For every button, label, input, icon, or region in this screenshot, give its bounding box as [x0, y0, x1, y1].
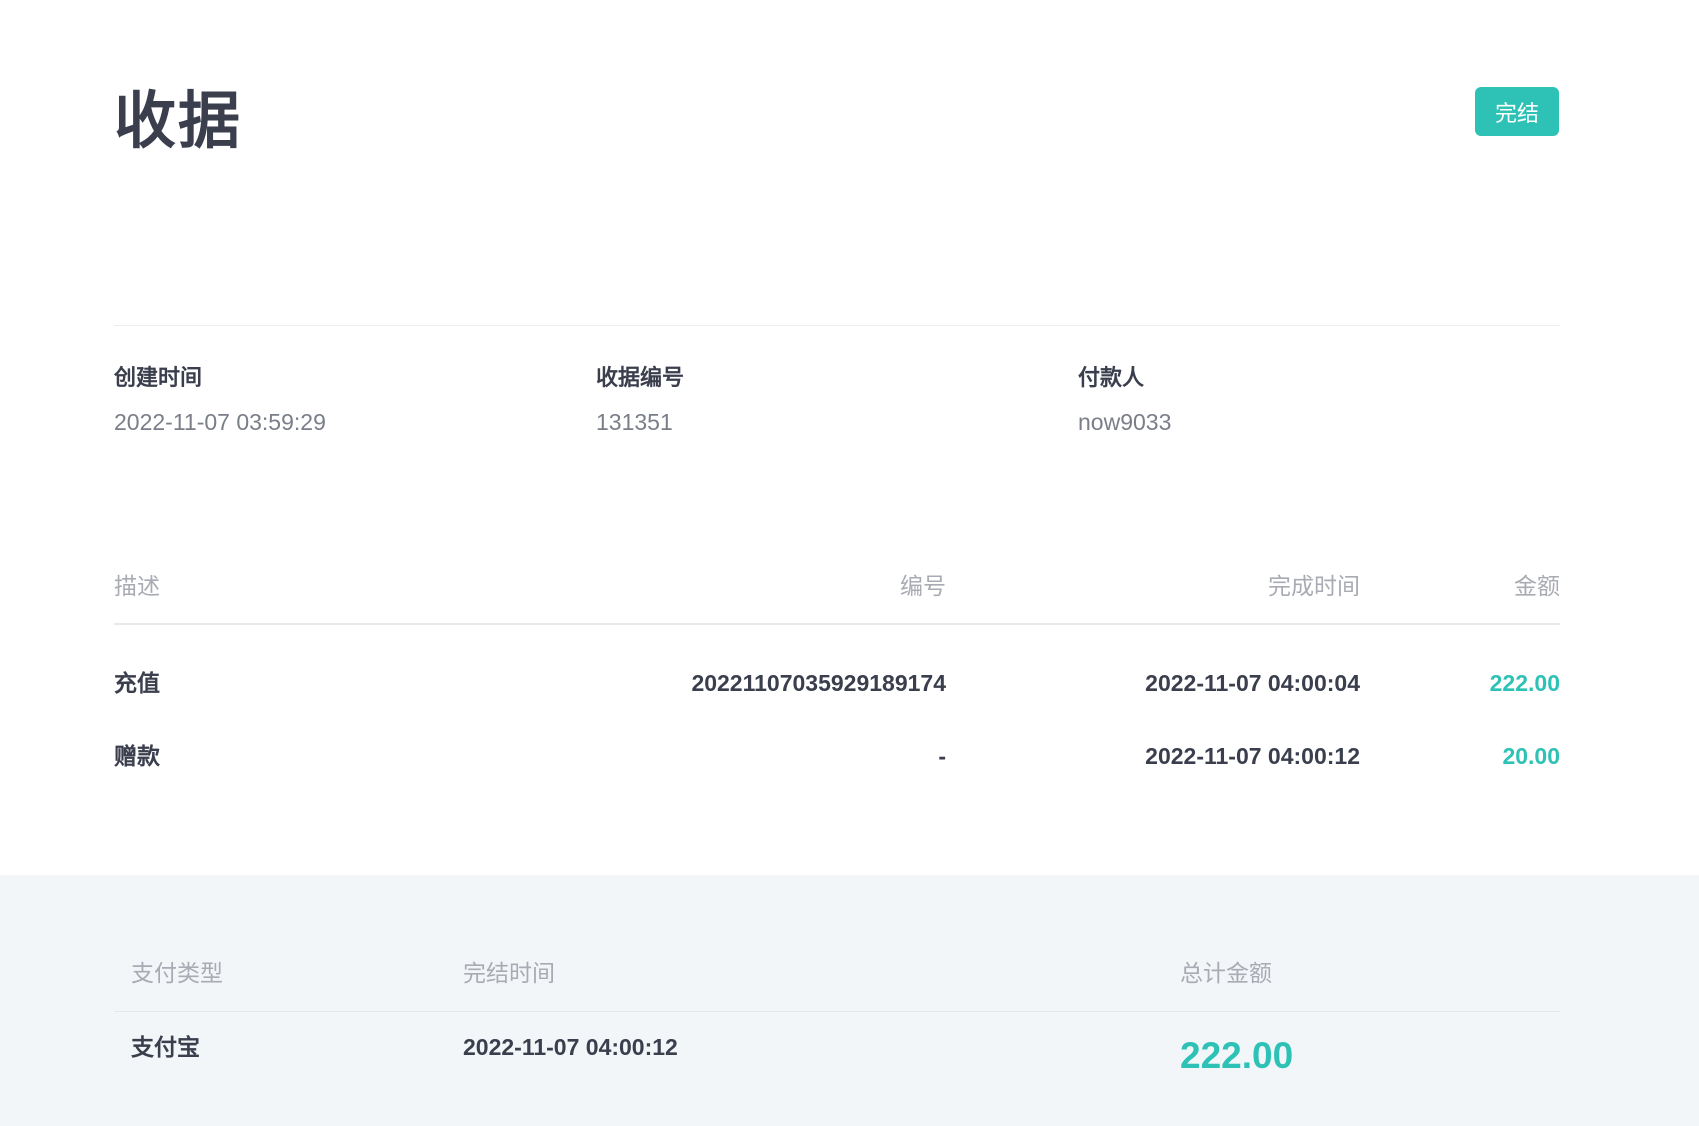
summary-header-payment-type: 支付类型 — [131, 960, 223, 986]
item-completed-time: 2022-11-07 04:00:12 — [1145, 743, 1360, 769]
divider — [114, 1011, 1560, 1012]
meta-label: 收据编号 — [596, 365, 685, 390]
status-badge: 完结 — [1475, 87, 1559, 136]
column-header-completed-time: 完成时间 — [1268, 573, 1360, 599]
summary-payment-type: 支付宝 — [131, 1034, 200, 1060]
column-header-description: 描述 — [114, 573, 160, 599]
receipt-page: 收据 完结 创建时间 2022-11-07 03:59:29 收据编号 1313… — [0, 0, 1699, 1126]
payment-summary — [0, 875, 1699, 1126]
table-row: 赠款 - 2022-11-07 04:00:12 20.00 — [114, 738, 1560, 774]
column-header-amount: 金额 — [1514, 573, 1560, 599]
item-description: 赠款 — [114, 743, 160, 769]
item-amount: 222.00 — [1489, 670, 1560, 696]
items-table-header: 描述 编号 完成时间 金额 — [114, 568, 1560, 604]
meta-label: 付款人 — [1078, 365, 1145, 390]
item-number: - — [938, 743, 946, 769]
meta-payer: 付款人 now9033 — [1078, 362, 1171, 438]
item-description: 充值 — [114, 670, 160, 696]
column-header-number: 编号 — [900, 573, 946, 599]
summary-total-amount: 222.00 — [1180, 1035, 1294, 1076]
meta-created-time: 创建时间 2022-11-07 03:59:29 — [114, 362, 326, 438]
meta-receipt-number: 收据编号 131351 — [596, 362, 684, 438]
page-title: 收据 — [114, 87, 243, 156]
meta-label: 创建时间 — [114, 365, 203, 390]
meta-value: 131351 — [596, 409, 673, 435]
meta-value: 2022-11-07 03:59:29 — [114, 409, 326, 435]
item-amount: 20.00 — [1502, 743, 1560, 769]
summary-header-total: 总计金额 — [1180, 960, 1272, 986]
meta-value: now9033 — [1078, 409, 1172, 435]
divider — [114, 623, 1560, 625]
summary-header-finished-time: 完结时间 — [463, 960, 555, 986]
table-row: 充值 20221107035929189174 2022-11-07 04:00… — [114, 665, 1560, 701]
item-number: 20221107035929189174 — [691, 670, 946, 696]
divider — [114, 325, 1560, 326]
item-completed-time: 2022-11-07 04:00:04 — [1145, 670, 1360, 696]
summary-finished-time: 2022-11-07 04:00:12 — [463, 1034, 678, 1060]
